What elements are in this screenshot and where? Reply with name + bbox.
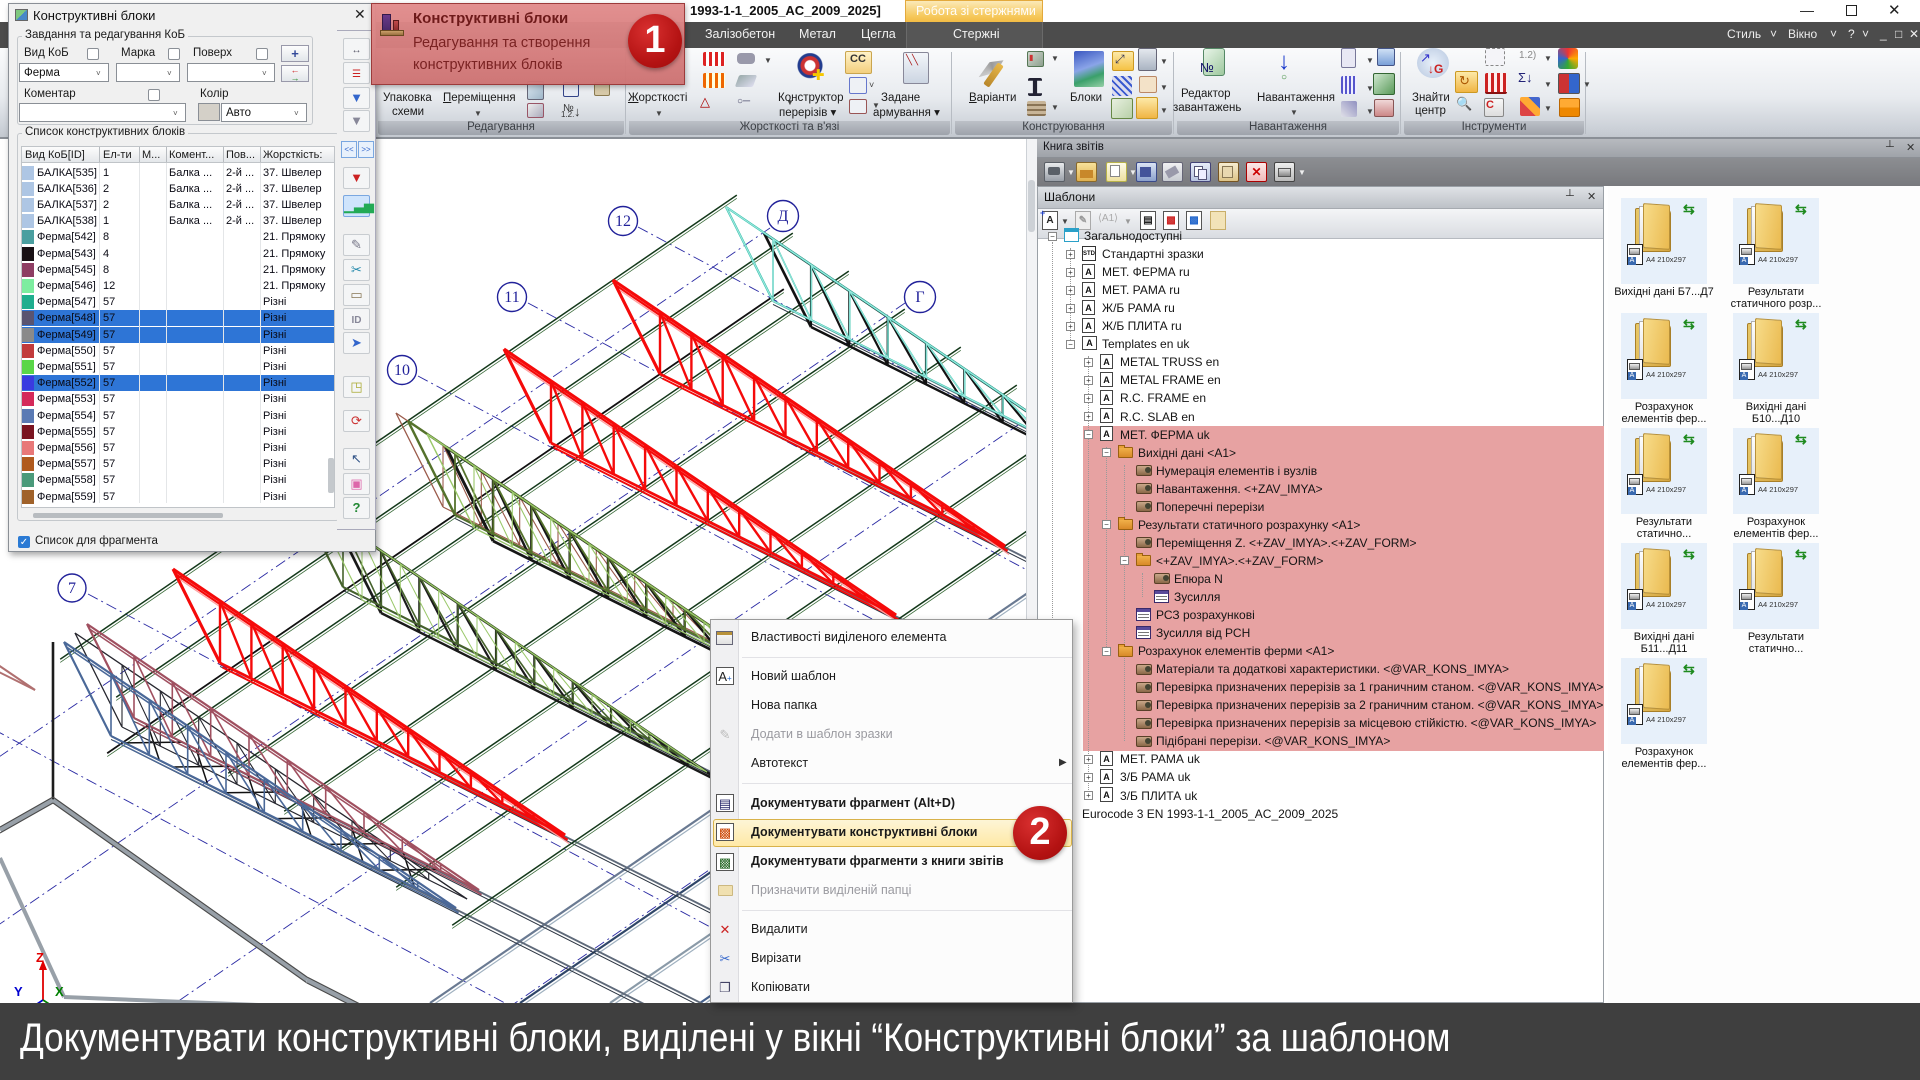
svg-text:Д: Д <box>778 208 789 225</box>
svg-text:Y: Y <box>14 984 23 999</box>
svg-text:X: X <box>55 984 64 999</box>
svg-text:Z: Z <box>36 950 44 965</box>
svg-text:7: 7 <box>68 580 76 597</box>
svg-text:Г: Г <box>915 289 924 306</box>
svg-text:10: 10 <box>394 362 410 379</box>
svg-text:11: 11 <box>504 289 519 306</box>
svg-text:12: 12 <box>615 213 631 230</box>
